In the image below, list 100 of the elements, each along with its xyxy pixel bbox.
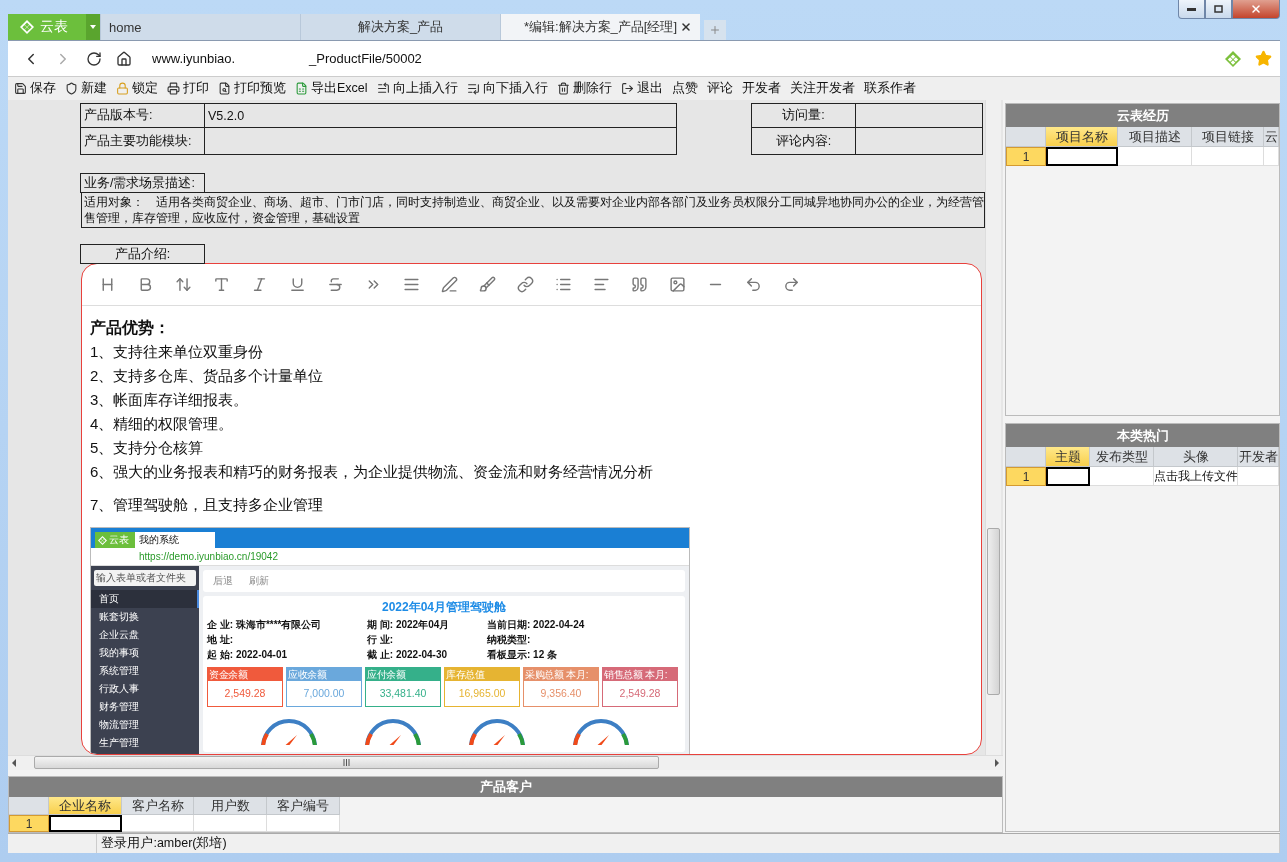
- toolbar-button[interactable]: 向上插入行: [376, 80, 458, 97]
- list-icon[interactable]: [555, 276, 572, 293]
- toolbar-button[interactable]: 保存: [14, 80, 56, 97]
- browser-tab[interactable]: home: [100, 14, 300, 40]
- link-icon[interactable]: [517, 276, 534, 293]
- rich-text-editor[interactable]: [81, 263, 982, 755]
- column-header[interactable]: 主题: [1046, 447, 1090, 467]
- toolbar-button[interactable]: 开发者: [741, 80, 781, 97]
- row-number[interactable]: 1: [1006, 147, 1046, 166]
- panel-title: 本类热门: [1006, 424, 1279, 447]
- url-text[interactable]: www.iyunbiao.: [152, 51, 236, 66]
- nav-item[interactable]: 财务管理: [91, 698, 199, 716]
- column-header[interactable]: 开发者: [1238, 447, 1279, 467]
- insert-below-icon: [466, 82, 480, 95]
- column-header[interactable]: 客户名称: [122, 797, 194, 816]
- column-header[interactable]: 头像: [1154, 447, 1238, 467]
- action-link[interactable]: 后退: [213, 569, 233, 593]
- column-header[interactable]: 云: [1264, 127, 1279, 147]
- corner-cell: [9, 797, 49, 816]
- home-icon[interactable]: [116, 50, 132, 67]
- field-value[interactable]: [204, 127, 677, 155]
- print-icon: [167, 82, 180, 95]
- browser-tab[interactable]: *编辑:解决方案_产品[经理]: [500, 14, 700, 40]
- field-value[interactable]: [855, 127, 983, 155]
- column-header[interactable]: 项目描述: [1118, 127, 1192, 147]
- preview-icon: [218, 82, 231, 95]
- quote-icon[interactable]: [631, 276, 648, 293]
- search-field[interactable]: 输入表单或者文件夹: [94, 570, 196, 586]
- align-icon[interactable]: [403, 276, 420, 293]
- nav-item[interactable]: 账套切换: [91, 608, 199, 626]
- italic-icon[interactable]: [251, 276, 268, 293]
- toolbar-button[interactable]: 点赞: [671, 80, 698, 97]
- section-label: 产品介绍:: [80, 244, 205, 264]
- card-label: 采购总额 本月:: [524, 668, 598, 681]
- pen-icon[interactable]: [441, 276, 458, 293]
- paragraph-icon[interactable]: [593, 276, 610, 293]
- column-header[interactable]: 项目链接: [1192, 127, 1264, 147]
- browser-tab[interactable]: 我的系统: [135, 532, 215, 548]
- horizontal-scrollbar[interactable]: [8, 755, 1003, 770]
- row-number[interactable]: 1: [9, 815, 49, 832]
- column-header[interactable]: 客户编号: [267, 797, 340, 816]
- maximize-button[interactable]: [1205, 0, 1232, 19]
- column-header[interactable]: 项目名称: [1046, 127, 1118, 147]
- field-label: 产品版本号:: [80, 103, 205, 128]
- table-cell[interactable]: [1046, 147, 1118, 166]
- column-header[interactable]: 用户数: [194, 797, 267, 816]
- save-icon: [14, 82, 27, 95]
- reload-icon[interactable]: [86, 50, 102, 67]
- field-value[interactable]: V5.2.0: [204, 103, 677, 128]
- panel-title: 云表经历: [1006, 104, 1279, 127]
- heading-text: 产品优势：: [90, 318, 171, 338]
- column-header[interactable]: 企业名称: [49, 797, 122, 816]
- table-cell[interactable]: 点击我上传文件: [1154, 467, 1238, 486]
- minimize-button[interactable]: [1178, 0, 1205, 19]
- nav-item[interactable]: 行政人事: [91, 680, 199, 698]
- field-label: 访问量:: [751, 103, 856, 128]
- toolbar-button[interactable]: 打印: [167, 80, 209, 97]
- toolbar-button[interactable]: 联系作者: [863, 80, 916, 97]
- underline-icon[interactable]: [289, 276, 306, 293]
- status-text: 登录用户:amber(郑培): [97, 834, 1280, 853]
- nav-item[interactable]: 企业云盘: [91, 626, 199, 644]
- browser-tab[interactable]: 解决方案_产品: [300, 14, 500, 40]
- nav-item[interactable]: 物流管理: [91, 716, 199, 734]
- url-text[interactable]: _ProductFile/50002: [309, 51, 422, 66]
- redo-icon[interactable]: [783, 276, 800, 293]
- image-icon[interactable]: [669, 276, 686, 293]
- table-cell[interactable]: [1046, 467, 1090, 486]
- table-cell[interactable]: [49, 815, 122, 832]
- vertical-scrollbar[interactable]: [985, 100, 1001, 755]
- undo-icon[interactable]: [745, 276, 762, 293]
- card-label: 资金余额: [208, 668, 282, 681]
- nav-item[interactable]: 系统管理: [91, 662, 199, 680]
- close-button[interactable]: [1232, 0, 1280, 19]
- toolbar-button[interactable]: 锁定: [116, 80, 158, 97]
- column-header[interactable]: 发布类型: [1090, 447, 1154, 467]
- toolbar-button[interactable]: 退出: [620, 80, 663, 97]
- brush-icon[interactable]: [479, 276, 496, 293]
- close-icon[interactable]: [680, 21, 692, 33]
- toolbar-button[interactable]: 导出Excel: [295, 80, 368, 97]
- toolbar-button[interactable]: 打印预览: [218, 80, 286, 97]
- field-value[interactable]: [855, 103, 983, 128]
- field-label: 产品主要功能模块:: [80, 127, 205, 155]
- strikethrough-icon[interactable]: [327, 276, 344, 293]
- nav-item[interactable]: 首页: [91, 590, 199, 608]
- nav-item[interactable]: 生产管理: [91, 734, 199, 752]
- row-number[interactable]: 1: [1006, 467, 1046, 486]
- app-logo: 云表: [95, 532, 135, 548]
- star-icon[interactable]: [1255, 50, 1272, 67]
- font-icon[interactable]: [213, 276, 230, 293]
- toolbar-button[interactable]: 向下插入行: [466, 80, 548, 97]
- font-size-icon[interactable]: [175, 276, 192, 293]
- toolbar-button[interactable]: 关注开发者: [789, 80, 855, 97]
- toolbar-button[interactable]: 评论: [706, 80, 733, 97]
- nav-item[interactable]: 我的事项: [91, 644, 199, 662]
- toolbar-button[interactable]: 删除行: [556, 80, 612, 97]
- dashboard-title: 2022年04月管理驾驶舱: [380, 600, 507, 615]
- dropdown-button[interactable]: [86, 14, 100, 40]
- toolbar-button[interactable]: 新建: [65, 80, 107, 97]
- action-link[interactable]: 刷新: [249, 569, 269, 593]
- maximize-icon: [1214, 5, 1223, 13]
